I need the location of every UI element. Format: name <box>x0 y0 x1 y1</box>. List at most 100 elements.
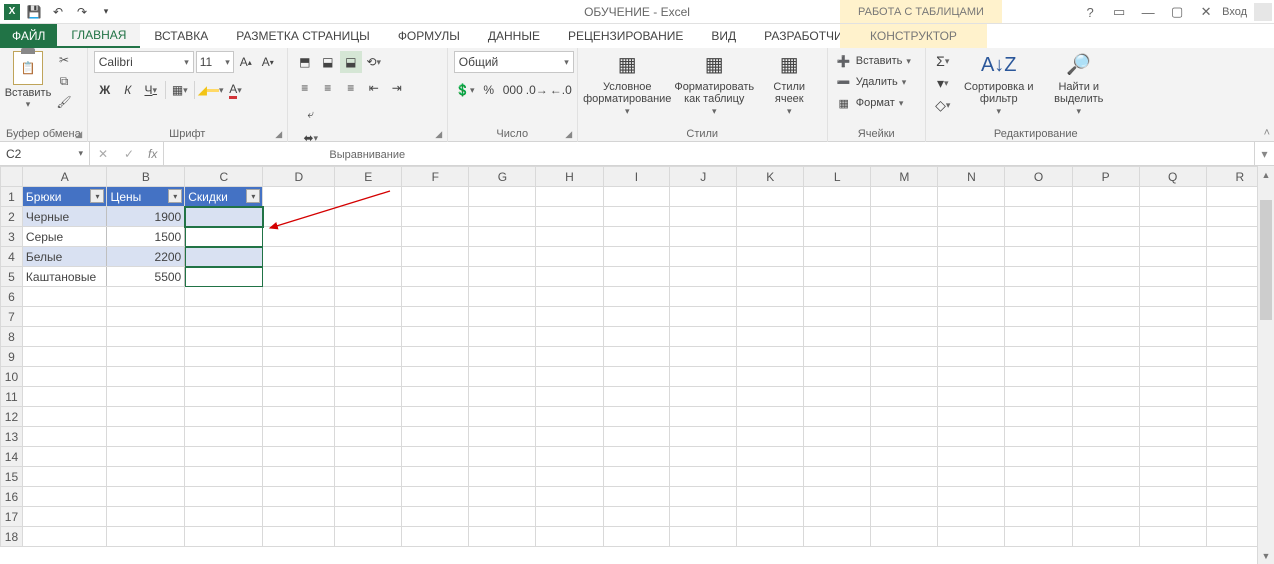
cell[interactable] <box>804 407 871 427</box>
cell[interactable] <box>402 487 469 507</box>
cell[interactable] <box>938 387 1005 407</box>
cell[interactable] <box>22 487 107 507</box>
merge-button[interactable]: ⬌▾ <box>300 127 322 149</box>
wrap-text-button[interactable]: ⤶ <box>300 103 322 125</box>
cell[interactable] <box>871 227 938 247</box>
cell[interactable] <box>670 407 737 427</box>
cell[interactable] <box>871 307 938 327</box>
cell[interactable] <box>670 287 737 307</box>
cancel-formula-icon[interactable]: ✕ <box>90 142 116 165</box>
cell[interactable] <box>402 187 469 207</box>
find-select-button[interactable]: 🔎 Найти и выделить▾ <box>1044 51 1114 117</box>
cell[interactable] <box>185 367 263 387</box>
cell[interactable] <box>402 527 469 547</box>
cell[interactable] <box>1139 287 1206 307</box>
tab-formulas[interactable]: ФОРМУЛЫ <box>384 24 474 48</box>
cell[interactable] <box>1005 287 1072 307</box>
cell[interactable] <box>469 187 536 207</box>
font-size-combo[interactable]: 11▾ <box>196 51 234 73</box>
cell[interactable]: Скидки▾ <box>185 187 263 207</box>
cell[interactable] <box>335 527 402 547</box>
cell[interactable] <box>335 367 402 387</box>
cell[interactable] <box>22 527 107 547</box>
cell[interactable] <box>263 367 335 387</box>
cell[interactable] <box>1005 187 1072 207</box>
cell[interactable] <box>871 447 938 467</box>
cell[interactable] <box>1139 447 1206 467</box>
cell[interactable] <box>1005 227 1072 247</box>
cell[interactable] <box>938 527 1005 547</box>
cell[interactable] <box>737 427 804 447</box>
cell[interactable] <box>185 287 263 307</box>
cell[interactable] <box>804 307 871 327</box>
cell[interactable] <box>1139 347 1206 367</box>
cell[interactable] <box>107 327 185 347</box>
percent-format-icon[interactable]: % <box>478 79 500 101</box>
increase-indent-icon[interactable]: ⇥ <box>386 77 408 99</box>
cell[interactable] <box>107 347 185 367</box>
cell[interactable] <box>1072 247 1139 267</box>
cell[interactable] <box>107 507 185 527</box>
cell[interactable] <box>1139 247 1206 267</box>
cell[interactable] <box>1072 447 1139 467</box>
cell[interactable] <box>469 247 536 267</box>
cell[interactable] <box>185 327 263 347</box>
cell[interactable] <box>804 327 871 347</box>
cell[interactable] <box>1139 527 1206 547</box>
cell[interactable] <box>670 307 737 327</box>
cell[interactable]: Брюки▾ <box>22 187 107 207</box>
cell[interactable] <box>1072 327 1139 347</box>
cell[interactable] <box>1072 507 1139 527</box>
cell[interactable]: 1500 <box>107 227 185 247</box>
cell[interactable] <box>737 247 804 267</box>
cell[interactable] <box>536 207 603 227</box>
cell[interactable] <box>107 427 185 447</box>
cell[interactable] <box>263 427 335 447</box>
italic-button[interactable]: К <box>117 79 139 101</box>
cell[interactable]: 2200 <box>107 247 185 267</box>
cell[interactable] <box>263 287 335 307</box>
cell[interactable] <box>536 247 603 267</box>
cell[interactable] <box>938 427 1005 447</box>
cell[interactable] <box>263 387 335 407</box>
cell[interactable] <box>107 447 185 467</box>
row-header[interactable]: 6 <box>1 287 23 307</box>
cell[interactable] <box>263 187 335 207</box>
cell-styles-button[interactable]: ▦ Стили ячеек▾ <box>761 51 817 117</box>
cell[interactable] <box>469 487 536 507</box>
cell[interactable] <box>670 327 737 347</box>
cell[interactable] <box>670 247 737 267</box>
conditional-formatting-button[interactable]: ▦ Условное форматирование▾ <box>587 51 667 117</box>
scroll-down-icon[interactable]: ▼ <box>1258 547 1274 564</box>
row-header[interactable]: 14 <box>1 447 23 467</box>
cell[interactable] <box>469 447 536 467</box>
cell[interactable] <box>536 307 603 327</box>
cell[interactable] <box>402 407 469 427</box>
cell[interactable] <box>737 387 804 407</box>
cell[interactable] <box>107 407 185 427</box>
cell[interactable] <box>670 187 737 207</box>
align-bottom-icon[interactable]: ⬓ <box>340 51 362 73</box>
cell[interactable] <box>185 527 263 547</box>
scroll-thumb[interactable] <box>1260 200 1272 320</box>
tab-table-design[interactable]: КОНСТРУКТОР <box>840 24 987 48</box>
cell[interactable] <box>335 487 402 507</box>
collapse-ribbon-icon[interactable]: ˄ <box>1264 127 1270 139</box>
align-left-icon[interactable]: ≡ <box>294 77 316 99</box>
cell[interactable] <box>469 507 536 527</box>
cell[interactable] <box>804 507 871 527</box>
paste-button[interactable]: 📋 Вставить ▾ <box>6 51 50 110</box>
cell[interactable] <box>1139 367 1206 387</box>
row-header[interactable]: 13 <box>1 427 23 447</box>
cell[interactable] <box>402 227 469 247</box>
cell[interactable] <box>107 527 185 547</box>
cell[interactable] <box>469 407 536 427</box>
cell[interactable] <box>804 467 871 487</box>
number-format-combo[interactable]: Общий▾ <box>454 51 574 73</box>
cell[interactable] <box>1139 387 1206 407</box>
cell[interactable] <box>871 487 938 507</box>
cell[interactable] <box>185 307 263 327</box>
cell[interactable] <box>536 527 603 547</box>
format-painter-icon[interactable]: 🖌 <box>54 93 74 111</box>
cell[interactable] <box>22 287 107 307</box>
